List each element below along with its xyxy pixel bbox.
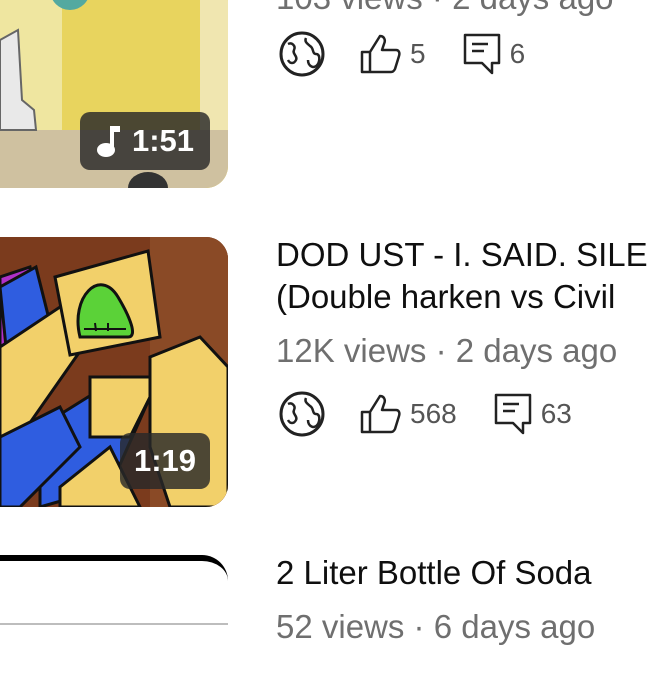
globe-icon	[279, 31, 325, 77]
video-title[interactable]: DOD UST - I. SAID. SILE (Double harken v…	[276, 234, 648, 318]
thumbnail-divider	[0, 623, 228, 625]
like-button[interactable]: 568	[358, 392, 457, 436]
video-title[interactable]: 2 Liter Bottle Of Soda	[276, 552, 592, 594]
thumbs-up-icon	[360, 34, 401, 74]
video-thumbnail[interactable]: 1:19	[0, 237, 228, 507]
duration-text: 1:19	[133, 443, 196, 478]
comment-count: 6	[509, 38, 526, 69]
like-count: 568	[410, 398, 457, 429]
video-actions: 568 63	[278, 389, 572, 439]
duration-text: 1:51	[131, 123, 194, 158]
like-button[interactable]: 5	[358, 32, 426, 76]
thumbs-up-icon	[360, 394, 401, 434]
globe-icon	[279, 391, 325, 437]
video-meta: 12K views · 2 days ago	[276, 332, 618, 369]
video-actions: 5 6	[278, 29, 525, 79]
duration-badge: 1:51	[79, 112, 210, 170]
visibility-button[interactable]	[278, 390, 326, 438]
duration-badge: 1:19	[119, 433, 210, 489]
video-title-line: 2 Liter Bottle Of Soda	[276, 554, 592, 591]
music-note-icon	[96, 126, 120, 157]
comment-icon	[494, 393, 531, 435]
like-count: 5	[410, 38, 426, 69]
visibility-button[interactable]	[278, 30, 326, 78]
video-meta: 52 views · 6 days ago	[276, 608, 596, 645]
video-title-line: DOD UST - I. SAID. SILE	[276, 236, 648, 273]
video-meta: 103 views · 2 days ago	[276, 0, 614, 18]
comment-count: 63	[540, 398, 572, 429]
video-title-line: (Double harken vs Civil	[276, 278, 616, 315]
comment-button[interactable]: 6	[462, 32, 526, 76]
video-thumbnail[interactable]	[0, 555, 228, 691]
comment-button[interactable]: 63	[493, 392, 572, 436]
video-thumbnail[interactable]: 1:51	[0, 0, 228, 188]
comment-icon	[463, 33, 500, 75]
